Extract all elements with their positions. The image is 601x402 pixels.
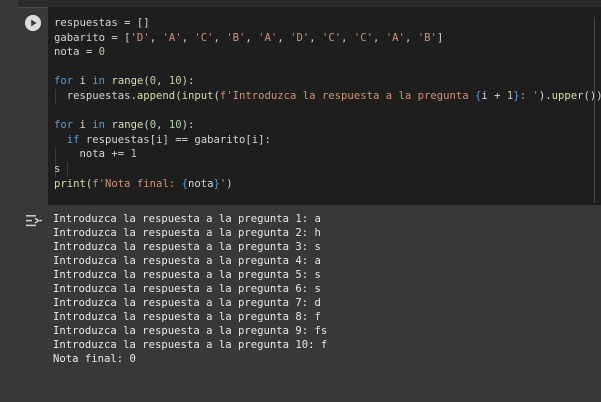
output-menu-button[interactable] [25, 213, 43, 227]
code-line[interactable]: for i in range(0, 10): [54, 118, 601, 133]
code-token: 'C' [321, 31, 342, 44]
code-token: 'A' [258, 31, 278, 44]
code-token: in [92, 75, 106, 88]
output-line: Introduzca la respuesta a la pregunta 8:… [53, 311, 321, 323]
code-token: 0 [98, 46, 106, 59]
code-token: , [277, 31, 291, 44]
code-token: 'D' [290, 31, 310, 44]
code-token: 'D' [130, 31, 150, 44]
code-token: nota = [54, 46, 99, 59]
code-line[interactable]: for i in range(0, 10): [54, 74, 601, 89]
code-token: range [111, 75, 144, 88]
code-line[interactable]: nota = 0 [54, 45, 601, 60]
code-token: ()) [583, 89, 601, 102]
output-line: Introduzca la respuesta a la pregunta 3:… [53, 241, 321, 253]
code-token: 'A' [162, 31, 182, 44]
output-line: Introduzca la respuesta a la pregunta 1:… [53, 213, 321, 225]
code-token: respuestas. [54, 89, 137, 102]
code-token: f'Introduzca la respuesta a la pregunta [219, 89, 475, 102]
code-token: i [73, 119, 93, 132]
code-line[interactable]: respuestas.append(input(f'Introduzca la … [54, 89, 601, 104]
code-token: respuestas[i] == gabarito[i]: [79, 133, 271, 146]
output-line: Introduzca la respuesta a la pregunta 10… [53, 339, 328, 351]
notebook-page: respuestas = [] gabarito = ['D', 'A', 'C'… [0, 0, 601, 402]
code-line[interactable]: gabarito = ['D', 'A', 'C', 'B', 'A', 'D'… [54, 31, 601, 46]
code-token: f'Nota final: [92, 177, 182, 190]
code-token: ) [226, 177, 233, 190]
code-token: , [149, 31, 163, 44]
code-token: 'B' [417, 31, 437, 44]
output-line: Introduzca la respuesta a la pregunta 7:… [53, 297, 321, 309]
code-token: if [66, 133, 80, 146]
code-token: , [181, 31, 195, 44]
code-line[interactable] [54, 104, 601, 119]
play-icon [25, 15, 41, 31]
cell-output: Introduzca la respuesta a la pregunta 1:… [53, 212, 327, 366]
code-token: , [156, 119, 169, 132]
code-token: print [54, 177, 86, 190]
code-line[interactable] [54, 60, 601, 75]
code-token: nota [187, 177, 214, 190]
code-token: input [181, 89, 214, 102]
code-line[interactable]: if respuestas[i] == gabarito[i]: [54, 133, 601, 148]
code-token: range [111, 119, 144, 132]
code-token: 'C' [194, 31, 214, 44]
code-line[interactable]: print(f'Nota final: {nota}') [54, 177, 601, 192]
code-token: respuestas = [] [54, 17, 150, 29]
code-token: 'B' [226, 31, 246, 44]
code-token: i + [481, 89, 507, 102]
output-line: Nota final: 0 [53, 353, 136, 365]
code-line[interactable]: respuestas = [] [54, 16, 601, 31]
code-token: ). [538, 89, 552, 102]
output-line: Introduzca la respuesta a la pregunta 5:… [53, 269, 321, 281]
code-token: 'C' [353, 31, 374, 44]
code-token: s [54, 162, 61, 175]
code-token: for [54, 119, 74, 132]
output-line: Introduzca la respuesta a la pregunta 9:… [53, 325, 328, 337]
code-token: nota += [54, 148, 131, 161]
code-token: 1 [130, 148, 137, 161]
code-token: 'A' [385, 31, 405, 44]
code-token: , [404, 31, 418, 44]
code-token: , [245, 31, 259, 44]
code-token: upper [551, 89, 584, 102]
code-token: ): [181, 119, 195, 132]
code-token: , [373, 31, 386, 44]
code-token: , [341, 31, 354, 44]
code-line[interactable]: s [54, 162, 601, 177]
code-token: in [92, 119, 106, 132]
code-token: append [136, 89, 176, 102]
editor-vertical-ruler [594, 17, 595, 203]
code-token: gabarito = [ [54, 31, 131, 44]
run-cell-button[interactable] [25, 15, 41, 31]
code-token: 10 [168, 75, 182, 88]
code-editor[interactable]: respuestas = [] gabarito = ['D', 'A', 'C'… [48, 7, 601, 205]
output-line: Introduzca la respuesta a la pregunta 6:… [53, 283, 321, 295]
code-token: 10 [168, 119, 182, 132]
code-token: , [156, 75, 169, 88]
code-token: i [73, 75, 93, 88]
code-token: , [309, 31, 322, 44]
code-token: , [213, 31, 227, 44]
code-token: ] [436, 31, 444, 44]
output-menu-icon [26, 215, 42, 227]
code-token: ): [181, 75, 195, 88]
output-line: Introduzca la respuesta a la pregunta 2:… [53, 227, 321, 239]
code-token: for [54, 75, 74, 88]
code-line[interactable]: nota += 1 [54, 147, 601, 162]
output-line: Introduzca la respuesta a la pregunta 4:… [53, 255, 321, 267]
code-text[interactable]: respuestas = [] gabarito = ['D', 'A', 'C'… [54, 16, 601, 191]
code-token: : ' [519, 89, 539, 102]
